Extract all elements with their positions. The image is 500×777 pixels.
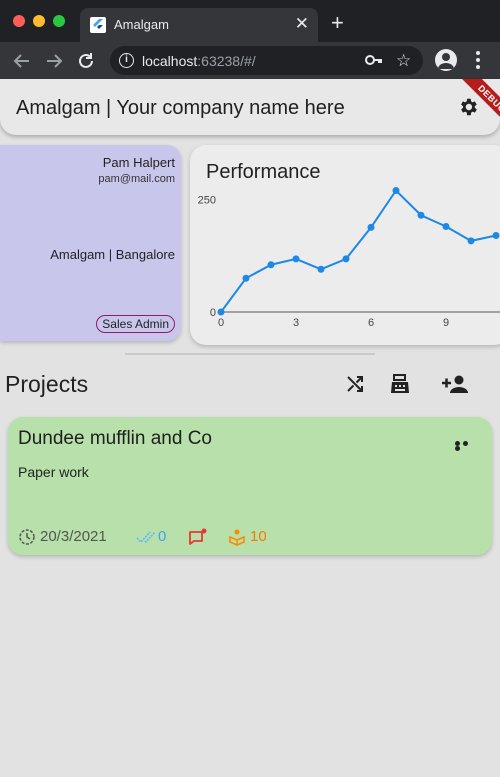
data-point [292, 255, 300, 263]
performance-series-line [220, 188, 497, 313]
app-bar: Amalgam | Your company name here DEBUG [0, 79, 500, 135]
data-point [367, 223, 375, 231]
x-tick-label: 6 [368, 317, 374, 329]
double-check-icon [136, 531, 156, 544]
project-description: Paper work [18, 464, 89, 480]
data-point [342, 255, 350, 263]
more-options-icon[interactable] [455, 441, 477, 451]
user-role-badge: Sales Admin [96, 315, 175, 333]
members-count-text: 10 [250, 528, 267, 545]
team-icon [229, 529, 245, 546]
browser-tab[interactable]: Amalgam ✕ [80, 8, 318, 42]
browser-menu-icon[interactable] [476, 51, 480, 69]
x-tick-label: 9 [443, 317, 449, 329]
performance-card: Performance 0250036912 [190, 145, 500, 345]
site-info-icon[interactable]: i [119, 53, 134, 68]
clock-icon [19, 529, 35, 545]
user-name: Pam Halpert [102, 155, 175, 170]
settings-gear-icon[interactable] [457, 96, 479, 123]
window-maximize-button[interactable] [53, 15, 65, 27]
data-point [492, 232, 500, 239]
back-arrow-icon[interactable] [10, 49, 34, 73]
project-name: Dundee mufflin and Co [18, 428, 212, 449]
data-point [242, 274, 250, 282]
forward-arrow-icon[interactable] [42, 49, 66, 73]
app-title: Amalgam | Your company name here [16, 97, 345, 119]
address-bar[interactable]: i localhost:63238/#/ ☆ [110, 46, 423, 75]
url-host: localhost [142, 53, 198, 69]
performance-chart: 0250036912 [198, 187, 500, 329]
data-point [217, 308, 225, 316]
project-date-text: 20/3/2021 [40, 528, 107, 545]
done-count-text: 0 [158, 528, 167, 545]
add-member-icon[interactable] [440, 372, 472, 396]
tab-close-icon[interactable]: ✕ [295, 14, 309, 34]
tab-title: Amalgam [114, 17, 169, 32]
x-tick-label: 0 [218, 317, 224, 329]
section-divider [125, 353, 375, 355]
data-point [442, 223, 450, 230]
data-point [417, 211, 425, 219]
projects-title: Projects [5, 371, 89, 397]
project-card[interactable]: Dundee mufflin and Co Paper work 20/3/20… [8, 417, 492, 555]
x-tick-label: 3 [293, 317, 299, 329]
browser-toolbar: i localhost:63238/#/ ☆ [0, 42, 500, 79]
y-tick-label: 0 [210, 307, 216, 319]
flutter-favicon-icon [90, 17, 106, 33]
url-path: :63238/#/ [197, 53, 256, 69]
url-text: localhost:63238/#/ [142, 53, 256, 69]
user-profile-card[interactable]: Pam Halpert pam@mail.com Amalgam | Banga… [0, 145, 181, 341]
y-tick-label: 250 [198, 195, 216, 207]
data-point [317, 265, 325, 273]
data-point [392, 187, 400, 194]
profile-avatar-icon[interactable] [435, 49, 457, 71]
calculator-register-icon[interactable] [388, 372, 412, 396]
user-email: pam@mail.com [98, 173, 175, 185]
screen: Amalgam ✕ + i localhost:63238/#/ ☆ Amalg… [0, 0, 500, 777]
key-icon[interactable] [365, 53, 383, 72]
data-point [467, 237, 475, 245]
reload-icon[interactable] [74, 49, 98, 73]
comment-alert-icon [189, 528, 207, 545]
bookmark-star-icon[interactable]: ☆ [396, 51, 411, 71]
new-tab-button[interactable]: + [331, 12, 344, 34]
browser-tab-strip: Amalgam ✕ + [0, 0, 500, 42]
user-location: Amalgam | Bangalore [50, 247, 175, 262]
window-close-button[interactable] [13, 15, 25, 27]
data-point [267, 261, 275, 269]
window-minimize-button[interactable] [33, 15, 45, 27]
shuffle-icon[interactable] [343, 372, 367, 396]
